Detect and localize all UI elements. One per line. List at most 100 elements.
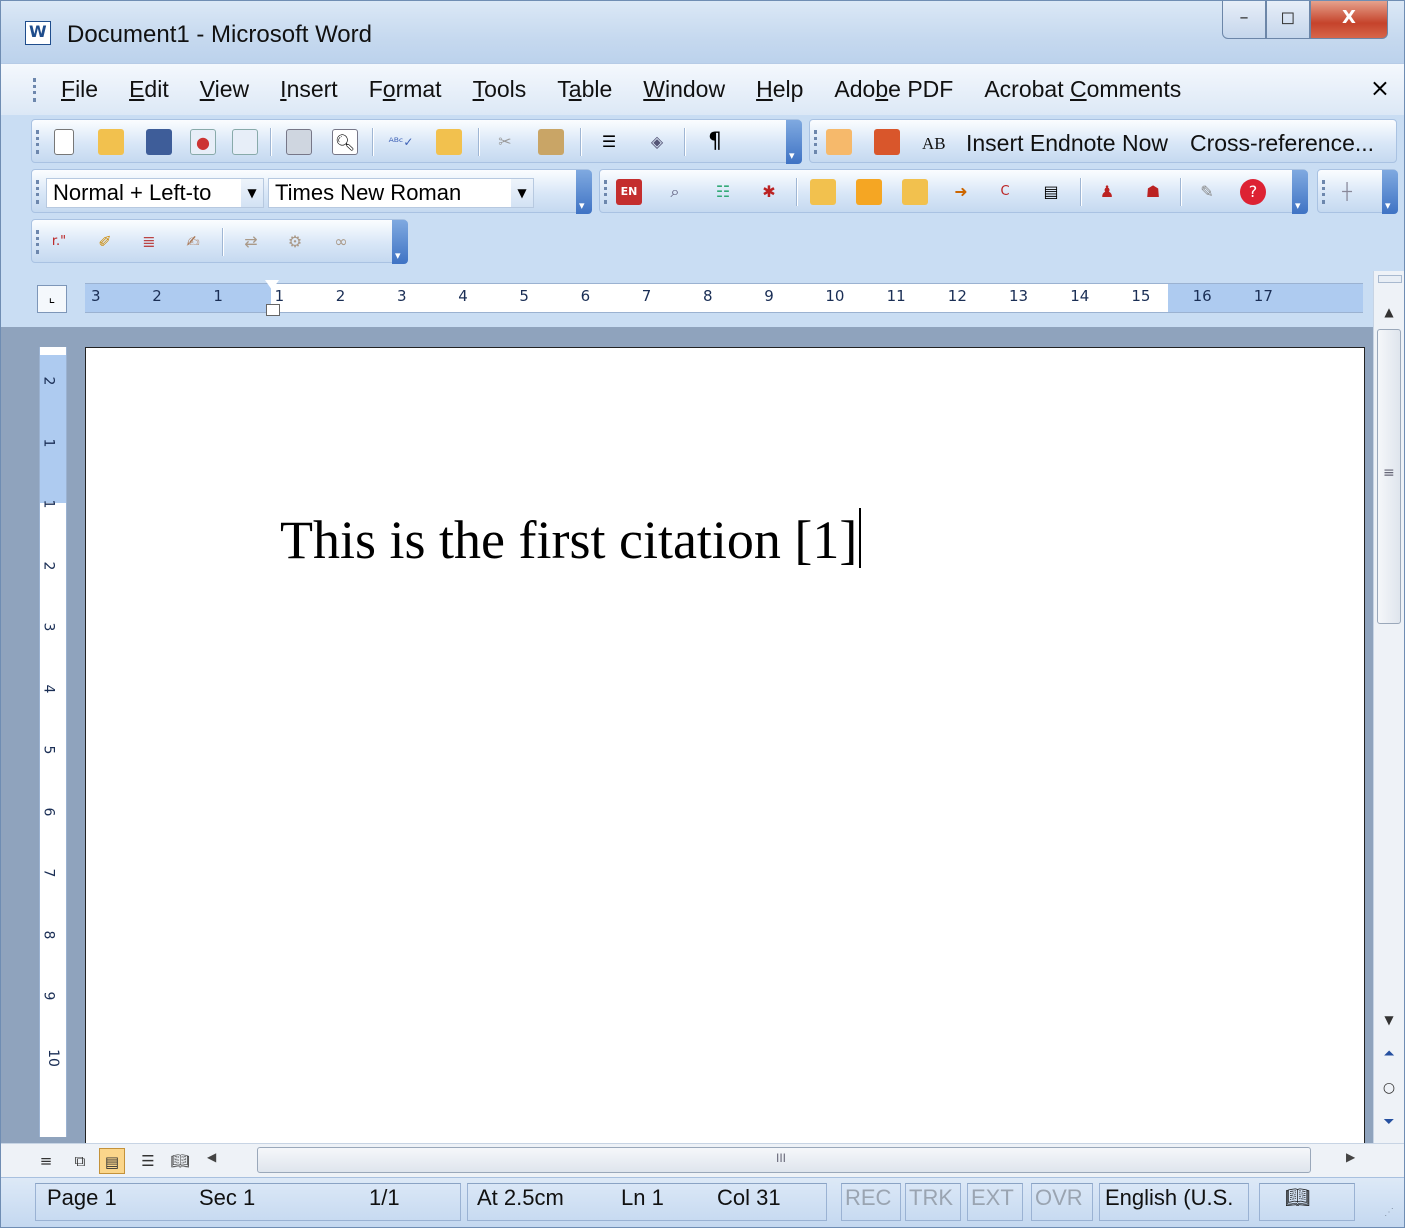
edit-note-icon[interactable]: ✐ bbox=[92, 229, 118, 255]
vertical-ruler[interactable]: 2 1 1 2 3 4 5 6 7 8 9 10 bbox=[39, 347, 67, 1137]
pilcrow-icon[interactable]: ¶ bbox=[702, 129, 728, 155]
scroll-left-icon[interactable]: ◀ bbox=[207, 1150, 216, 1164]
vertical-scrollbar[interactable]: ▲ ▼ ⏶ ○ ⏷ bbox=[1373, 271, 1404, 1143]
toolbar-options-button[interactable] bbox=[392, 220, 408, 264]
cross-reference-button[interactable]: Cross-reference... bbox=[1190, 130, 1374, 157]
ovr-indicator[interactable]: OVR bbox=[1035, 1185, 1083, 1211]
web-layout-view-icon[interactable]: ⧉ bbox=[67, 1148, 93, 1174]
menu-adobe-pdf[interactable]: Adobe PDF bbox=[834, 76, 953, 103]
vertical-scroll-thumb[interactable] bbox=[1377, 329, 1401, 624]
next-page-icon[interactable]: ⏷ bbox=[1378, 1111, 1400, 1133]
export-icon[interactable]: ▤ bbox=[1038, 179, 1064, 205]
toolbar-grip[interactable] bbox=[36, 180, 39, 204]
pdf-icon[interactable] bbox=[826, 129, 852, 155]
toolbar-grip[interactable] bbox=[814, 130, 817, 154]
toolbar-options-button[interactable] bbox=[1382, 170, 1398, 214]
scroll-down-icon[interactable]: ▼ bbox=[1376, 1007, 1402, 1033]
cut-icon[interactable]: ✂ bbox=[492, 129, 518, 155]
reading-layout-view-icon[interactable]: 📖︎ bbox=[167, 1148, 193, 1174]
save-icon[interactable] bbox=[146, 129, 172, 155]
word-app-icon[interactable] bbox=[25, 21, 51, 45]
horizontal-scroll-thumb[interactable] bbox=[257, 1147, 1311, 1173]
crosshair-icon[interactable]: ┼ bbox=[1334, 179, 1360, 205]
permission-icon[interactable]: ● bbox=[190, 129, 216, 155]
menu-edit[interactable]: Edit bbox=[129, 76, 169, 103]
toolbar-options-button[interactable] bbox=[1292, 170, 1308, 214]
menu-file[interactable]: File bbox=[61, 76, 98, 103]
previous-page-icon[interactable]: ⏶ bbox=[1378, 1043, 1400, 1065]
find-citation-icon[interactable]: ⌕ bbox=[662, 179, 688, 205]
edit-library-icon[interactable] bbox=[902, 179, 928, 205]
help-icon[interactable]: ? bbox=[1240, 179, 1266, 205]
research-icon[interactable] bbox=[436, 129, 462, 155]
library-icon[interactable] bbox=[856, 179, 882, 205]
document-text[interactable]: This is the first citation [1] bbox=[280, 508, 862, 571]
insert-endnote-now-button[interactable]: Insert Endnote Now bbox=[966, 130, 1168, 157]
resize-grip-icon[interactable]: ⋰ bbox=[1384, 1207, 1400, 1223]
menu-window[interactable]: Window bbox=[643, 76, 725, 103]
print-layout-view-icon[interactable]: ▤ bbox=[99, 1148, 125, 1174]
chevron-down-icon[interactable]: ▼ bbox=[511, 179, 533, 207]
insert-note-icon[interactable]: r." bbox=[46, 229, 72, 255]
chevron-down-icon[interactable]: ▼ bbox=[241, 179, 263, 207]
close-document-icon[interactable]: × bbox=[1370, 74, 1390, 102]
maximize-button[interactable]: ◻ bbox=[1266, 1, 1310, 39]
sync-icon[interactable]: ⇄ bbox=[238, 229, 264, 255]
pdf-edit-icon[interactable] bbox=[874, 129, 900, 155]
list-icon[interactable]: ≣ bbox=[136, 229, 162, 255]
toolbar-grip[interactable] bbox=[36, 230, 39, 254]
toolbar-grip[interactable] bbox=[1322, 180, 1325, 204]
format-bibliography-icon[interactable]: ☷ bbox=[710, 179, 736, 205]
go-to-endnote-icon[interactable]: ➜ bbox=[948, 179, 974, 205]
scroll-up-icon[interactable]: ▲ bbox=[1376, 299, 1402, 325]
endnote-ab-icon[interactable]: AB bbox=[922, 134, 946, 154]
endnote-en-icon[interactable]: EN bbox=[616, 179, 642, 205]
select-browse-object-icon[interactable]: ○ bbox=[1378, 1077, 1400, 1099]
rec-indicator[interactable]: REC bbox=[845, 1185, 891, 1211]
ext-indicator[interactable]: EXT bbox=[971, 1185, 1014, 1211]
open-icon[interactable] bbox=[98, 129, 124, 155]
unformat-citations-icon[interactable]: ✱ bbox=[756, 179, 782, 205]
font-select[interactable]: Times New Roman ▼ bbox=[268, 178, 534, 208]
menu-help[interactable]: Help bbox=[756, 76, 803, 103]
paste-icon[interactable] bbox=[538, 129, 564, 155]
menu-acrobat-comments[interactable]: Acrobat Comments bbox=[984, 76, 1181, 103]
columns-icon[interactable]: ☰ bbox=[596, 129, 622, 155]
settings-icon[interactable]: ⚙ bbox=[282, 229, 308, 255]
scroll-right-icon[interactable]: ▶ bbox=[1346, 1150, 1355, 1164]
link-icon[interactable]: ∞ bbox=[328, 229, 354, 255]
figure-list-icon[interactable]: ☗ bbox=[1140, 179, 1166, 205]
new-document-icon[interactable] bbox=[54, 129, 74, 155]
menu-format[interactable]: Format bbox=[369, 76, 442, 103]
horizontal-ruler[interactable]: 3 2 1 1 2 3 4 5 6 7 8 9 10 11 12 13 14 15 16 17 bbox=[85, 280, 1363, 316]
document-page[interactable]: This is the first citation [1] bbox=[85, 347, 1365, 1147]
drawing-icon[interactable]: ◈ bbox=[644, 129, 670, 155]
menu-table[interactable]: Table bbox=[557, 76, 612, 103]
minimize-button[interactable]: – bbox=[1222, 1, 1266, 39]
normal-view-icon[interactable]: ≡ bbox=[33, 1148, 59, 1174]
outline-view-icon[interactable]: ☰ bbox=[135, 1148, 161, 1174]
toolbar-options-button[interactable] bbox=[576, 170, 592, 214]
toolbar-options-button[interactable] bbox=[786, 120, 802, 164]
print-icon[interactable] bbox=[286, 129, 312, 155]
find-figure-icon[interactable]: ♟ bbox=[1094, 179, 1120, 205]
email-icon[interactable] bbox=[232, 129, 258, 155]
split-box[interactable] bbox=[1378, 275, 1402, 283]
edit-citation-icon[interactable] bbox=[810, 179, 836, 205]
menu-grip[interactable] bbox=[33, 78, 37, 102]
preferences-icon[interactable]: ✎ bbox=[1194, 179, 1220, 205]
menu-insert[interactable]: Insert bbox=[280, 76, 338, 103]
spelling-status-icon[interactable]: 📖︎ bbox=[1285, 1185, 1310, 1209]
tab-selector-button[interactable]: ⌞ bbox=[37, 285, 67, 313]
paint-icon[interactable]: ✍ bbox=[180, 229, 206, 255]
remove-field-codes-icon[interactable]: C bbox=[992, 179, 1018, 205]
toolbar-grip[interactable] bbox=[604, 180, 607, 204]
spelling-icon[interactable]: ᴬᴮᶜ✓ bbox=[388, 129, 414, 155]
menu-view[interactable]: View bbox=[200, 76, 249, 103]
trk-indicator[interactable]: TRK bbox=[909, 1185, 953, 1211]
close-button[interactable]: X bbox=[1310, 1, 1388, 39]
print-preview-icon[interactable]: 🔍︎ bbox=[332, 129, 358, 155]
style-select[interactable]: Normal + Left-to ▼ bbox=[46, 178, 264, 208]
toolbar-grip[interactable] bbox=[36, 130, 39, 154]
menu-tools[interactable]: Tools bbox=[473, 76, 527, 103]
